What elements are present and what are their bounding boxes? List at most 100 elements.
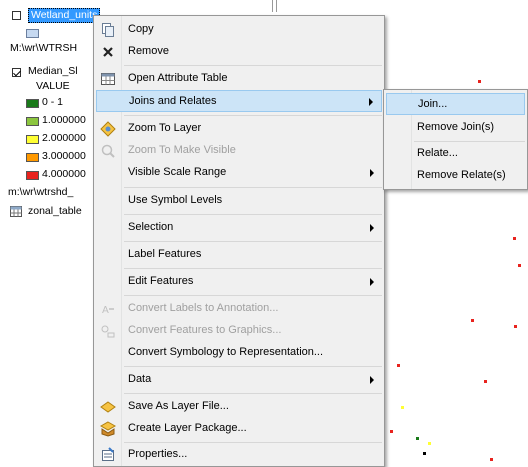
menu-item-label: Convert Labels to Annotation... xyxy=(128,302,279,314)
menu-separator xyxy=(124,115,382,116)
menu-item-convert-features[interactable]: Convert Features to Graphics... xyxy=(96,320,382,342)
map-feature xyxy=(484,380,487,383)
zonal-table-name[interactable]: zonal_table xyxy=(28,205,82,218)
menu-item-label: Remove xyxy=(128,45,169,57)
menu-separator xyxy=(124,268,382,269)
layer-context-menu: Copy Remove Open Attribute Table Joins a… xyxy=(93,15,385,467)
menu-separator xyxy=(124,393,382,394)
wetland-units-symbol[interactable] xyxy=(26,29,39,38)
menu-item-selection[interactable]: Selection xyxy=(96,217,382,239)
menu-item-joins-and-relates[interactable]: Joins and Relates xyxy=(96,90,382,112)
map-scroll-edge-2 xyxy=(276,0,277,12)
menu-item-remove[interactable]: Remove xyxy=(96,41,382,63)
menu-item-visible-scale-range[interactable]: Visible Scale Range xyxy=(96,162,382,184)
menu-item-copy[interactable]: Copy xyxy=(96,19,382,41)
layer-path-1: M:\wr\WTRSH xyxy=(10,42,78,54)
map-feature xyxy=(428,442,431,445)
submenu-item-label: Remove Relate(s) xyxy=(417,169,506,181)
menu-item-open-attribute-table[interactable]: Open Attribute Table xyxy=(96,68,382,90)
menu-separator xyxy=(124,442,382,443)
map-feature xyxy=(401,406,404,409)
menu-item-label: Create Layer Package... xyxy=(128,422,247,434)
legend-swatch-3[interactable] xyxy=(26,153,39,162)
legend-label-1: 1.000000 xyxy=(42,114,86,126)
menu-item-create-layer-package[interactable]: Create Layer Package... xyxy=(96,418,382,440)
remove-x-icon xyxy=(100,44,116,60)
submenu-item-label: Join... xyxy=(418,98,448,110)
layer-file-icon xyxy=(100,399,116,415)
menu-item-label: Joins and Relates xyxy=(129,95,217,107)
menu-item-label: Zoom To Layer xyxy=(128,122,202,134)
submenu-item-remove-joins[interactable]: Remove Join(s) xyxy=(386,117,525,139)
svg-text:A: A xyxy=(102,305,109,316)
table-icon xyxy=(100,71,116,87)
map-feature xyxy=(423,452,426,455)
submenu-item-label: Relate... xyxy=(417,147,458,159)
copy-icon xyxy=(100,22,116,38)
legend-label-0: 0 - 1 xyxy=(42,96,64,108)
submenu-item-relate[interactable]: Relate... xyxy=(386,143,525,165)
legend-swatch-1[interactable] xyxy=(26,117,39,126)
menu-item-properties[interactable]: Properties... xyxy=(96,444,382,466)
legend-label-4: 4.000000 xyxy=(42,168,86,180)
submenu-item-join[interactable]: Join... xyxy=(386,93,525,115)
layer-name-median[interactable]: Median_Sl xyxy=(28,65,78,78)
legend-label-2: 2.000000 xyxy=(42,132,86,144)
convert-features-icon xyxy=(100,323,116,339)
map-feature xyxy=(513,237,516,240)
menu-separator xyxy=(124,214,382,215)
menu-item-label: Open Attribute Table xyxy=(128,72,228,84)
map-feature xyxy=(478,80,481,83)
menu-item-use-symbol-levels[interactable]: Use Symbol Levels xyxy=(96,190,382,212)
zoom-visible-icon xyxy=(100,143,116,159)
table-icon xyxy=(10,206,22,217)
menu-separator xyxy=(414,141,525,142)
menu-item-convert-labels[interactable]: A Convert Labels to Annotation... xyxy=(96,298,382,320)
menu-item-label: Selection xyxy=(128,221,174,233)
menu-item-label: Data xyxy=(128,373,152,385)
map-feature xyxy=(514,325,517,328)
submenu-arrow-icon xyxy=(370,376,374,384)
map-feature xyxy=(416,437,419,440)
layer-path-2: m:\wr\wtrshd_ xyxy=(8,186,74,198)
properties-icon xyxy=(100,447,116,463)
layer-name-wetland-units[interactable]: Wetland_units xyxy=(28,8,101,23)
menu-item-data[interactable]: Data xyxy=(96,369,382,391)
median-layer-checkbox[interactable] xyxy=(12,68,21,77)
legend-label-3: 3.000000 xyxy=(42,150,86,162)
legend-swatch-4[interactable] xyxy=(26,171,39,180)
menu-separator xyxy=(124,187,382,188)
menu-item-label: Properties... xyxy=(128,448,188,460)
submenu-item-label: Remove Join(s) xyxy=(417,121,495,133)
menu-item-edit-features[interactable]: Edit Features xyxy=(96,271,382,293)
menu-item-label: Edit Features xyxy=(128,275,194,287)
menu-item-label: Zoom To Make Visible xyxy=(128,144,236,156)
value-header: VALUE xyxy=(36,80,70,92)
menu-item-label: Visible Scale Range xyxy=(128,166,227,178)
menu-item-save-as-layer-file[interactable]: Save As Layer File... xyxy=(96,396,382,418)
menu-item-zoom-to-make-visible[interactable]: Zoom To Make Visible xyxy=(96,140,382,162)
menu-separator xyxy=(124,241,382,242)
submenu-arrow-icon xyxy=(370,169,374,177)
wetland-units-checkbox[interactable] xyxy=(12,11,21,20)
map-feature xyxy=(390,430,393,433)
menu-item-label-features[interactable]: Label Features xyxy=(96,244,382,266)
menu-item-label: Convert Symbology to Representation... xyxy=(128,346,324,358)
menu-item-zoom-to-layer[interactable]: Zoom To Layer xyxy=(96,118,382,140)
submenu-arrow-icon xyxy=(370,224,374,232)
menu-item-convert-symbology[interactable]: Convert Symbology to Representation... xyxy=(96,342,382,364)
menu-item-label: Label Features xyxy=(128,248,202,260)
legend-swatch-2[interactable] xyxy=(26,135,39,144)
map-feature xyxy=(397,364,400,367)
menu-item-label: Use Symbol Levels xyxy=(128,194,223,206)
joins-relates-submenu: Join... Remove Join(s) Relate... Remove … xyxy=(383,89,528,190)
legend-swatch-0[interactable] xyxy=(26,99,39,108)
submenu-arrow-icon xyxy=(369,98,373,106)
map-feature xyxy=(471,319,474,322)
menu-item-label: Save As Layer File... xyxy=(128,400,229,412)
layer-package-icon xyxy=(99,421,117,437)
submenu-arrow-icon xyxy=(370,278,374,286)
map-scroll-edge xyxy=(272,0,273,12)
submenu-item-remove-relates[interactable]: Remove Relate(s) xyxy=(386,165,525,187)
menu-item-label: Convert Features to Graphics... xyxy=(128,324,282,336)
